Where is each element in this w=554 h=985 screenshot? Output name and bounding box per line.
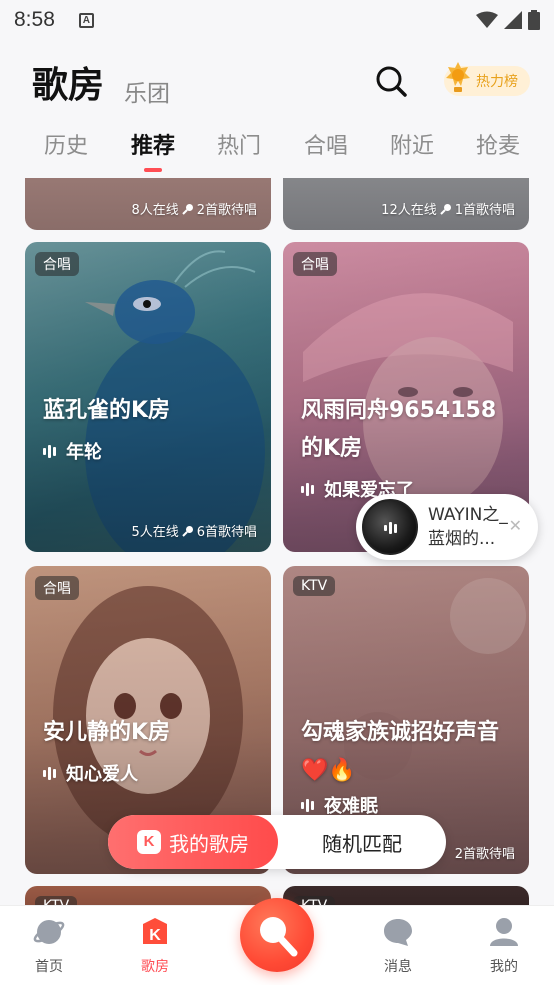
room-title: 蓝孔雀的K房 bbox=[43, 398, 171, 423]
song-title: 年轮 bbox=[66, 442, 102, 463]
room-card[interactable]: 8人在线 2首歌待唱 bbox=[25, 178, 271, 230]
nav-k-room-label: 歌房 bbox=[141, 959, 169, 975]
room-tag: 合唱 bbox=[35, 576, 79, 600]
page-title: 歌房 bbox=[32, 65, 105, 106]
online-count: 8人在线 bbox=[131, 203, 179, 218]
room-tag: 合唱 bbox=[293, 252, 337, 276]
current-song: 知心爱人 bbox=[43, 760, 138, 786]
header: 歌房 乐团 热力榜 bbox=[32, 56, 530, 108]
online-count: 12人在线 bbox=[381, 203, 437, 218]
tab-grab-mic[interactable]: 抢麦 bbox=[476, 128, 520, 160]
close-icon[interactable]: ✕ bbox=[509, 516, 522, 535]
notification-icon: A bbox=[78, 12, 94, 28]
tab-nearby[interactable]: 附近 bbox=[390, 128, 434, 160]
equalizer-icon bbox=[384, 521, 397, 535]
room-tag: KTV bbox=[35, 896, 78, 905]
mic-icon bbox=[182, 525, 193, 537]
tab-chorus[interactable]: 合唱 bbox=[304, 128, 348, 160]
wifi-icon bbox=[476, 11, 498, 28]
chat-bubble-icon bbox=[384, 919, 412, 946]
room-title: 风雨同舟9654158的K房 bbox=[301, 398, 497, 461]
active-tab-indicator bbox=[144, 168, 162, 172]
trophy-icon bbox=[446, 62, 470, 92]
my-room-label: 我的歌房 bbox=[169, 831, 249, 856]
svg-text:K: K bbox=[149, 927, 161, 944]
room-action-bar: K 我的歌房 随机匹配 bbox=[108, 815, 446, 869]
user-icon bbox=[490, 918, 518, 946]
k-room-icon: K bbox=[137, 830, 161, 854]
status-icons bbox=[476, 10, 540, 30]
my-room-button[interactable]: K 我的歌房 bbox=[108, 815, 278, 869]
room-card[interactable]: 12人在线 1首歌待唱 bbox=[283, 178, 529, 230]
status-bar: 8:58 A bbox=[0, 0, 554, 40]
mic-icon bbox=[182, 203, 193, 215]
room-title: 安儿静的K房 bbox=[43, 720, 171, 745]
random-match-label: 随机匹配 bbox=[322, 831, 402, 856]
nav-k-room[interactable]: K 歌房 bbox=[125, 916, 185, 976]
category-tabs: 历史 推荐 热门 合唱 附近 抢麦 bbox=[0, 128, 554, 172]
search-icon[interactable] bbox=[374, 64, 408, 98]
sing-button[interactable] bbox=[240, 898, 314, 972]
tab-hot[interactable]: 热门 bbox=[217, 128, 261, 160]
tab-recommend[interactable]: 推荐 bbox=[131, 128, 175, 160]
nav-profile[interactable]: 我的 bbox=[474, 916, 534, 976]
room-stats: 12人在线 1首歌待唱 bbox=[381, 199, 515, 218]
random-match-button[interactable]: 随机匹配 bbox=[278, 815, 446, 869]
microphone-icon bbox=[260, 917, 298, 957]
room-stats: 5人在线 6首歌待唱 bbox=[131, 521, 257, 540]
room-stats: 2首歌待唱 bbox=[455, 843, 515, 862]
room-avatar bbox=[362, 499, 418, 555]
waiting-songs: 2首歌待唱 bbox=[454, 847, 515, 862]
floating-room-name: WAYIN之_蓝烟的... bbox=[428, 505, 508, 549]
nav-home-label: 首页 bbox=[35, 959, 63, 975]
online-count: 5人在线 bbox=[131, 525, 179, 540]
tab-history[interactable]: 历史 bbox=[44, 128, 88, 160]
nav-profile-label: 我的 bbox=[490, 959, 518, 975]
equalizer-icon bbox=[301, 482, 314, 496]
floating-room-player[interactable]: WAYIN之_蓝烟的... ✕ bbox=[356, 494, 538, 560]
planet-icon bbox=[33, 920, 65, 944]
band-tab[interactable]: 乐团 bbox=[124, 74, 170, 108]
room-card[interactable]: 合唱 蓝孔雀的K房 年轮 5人在线 6首歌待唱 bbox=[25, 242, 271, 552]
current-song: 年轮 bbox=[43, 438, 102, 464]
k-room-icon: K bbox=[143, 918, 167, 944]
waiting-songs: 1首歌待唱 bbox=[454, 203, 515, 218]
hot-ranking-label: 热力榜 bbox=[476, 74, 518, 90]
nav-home[interactable]: 首页 bbox=[19, 916, 79, 976]
room-card[interactable]: KTV bbox=[283, 886, 529, 905]
signal-icon bbox=[504, 11, 522, 29]
equalizer-icon bbox=[43, 444, 56, 458]
status-time: 8:58 bbox=[14, 8, 55, 31]
song-title: 知心爱人 bbox=[66, 764, 138, 785]
room-title: 勾魂家族诚招好声音❤️🔥 bbox=[301, 720, 500, 783]
waiting-songs: 2首歌待唱 bbox=[196, 203, 257, 218]
room-stats: 8人在线 2首歌待唱 bbox=[131, 199, 257, 218]
equalizer-icon bbox=[301, 798, 314, 812]
nav-messages-label: 消息 bbox=[384, 959, 412, 975]
nav-messages[interactable]: 消息 bbox=[368, 916, 428, 976]
room-tag: KTV bbox=[293, 576, 336, 596]
battery-icon bbox=[528, 10, 540, 30]
room-tag: 合唱 bbox=[35, 252, 79, 276]
equalizer-icon bbox=[43, 766, 56, 780]
room-card[interactable]: KTV bbox=[25, 886, 271, 905]
waiting-songs: 6首歌待唱 bbox=[196, 525, 257, 540]
mic-icon bbox=[440, 203, 451, 215]
hot-ranking-button[interactable]: 热力榜 bbox=[444, 62, 530, 96]
